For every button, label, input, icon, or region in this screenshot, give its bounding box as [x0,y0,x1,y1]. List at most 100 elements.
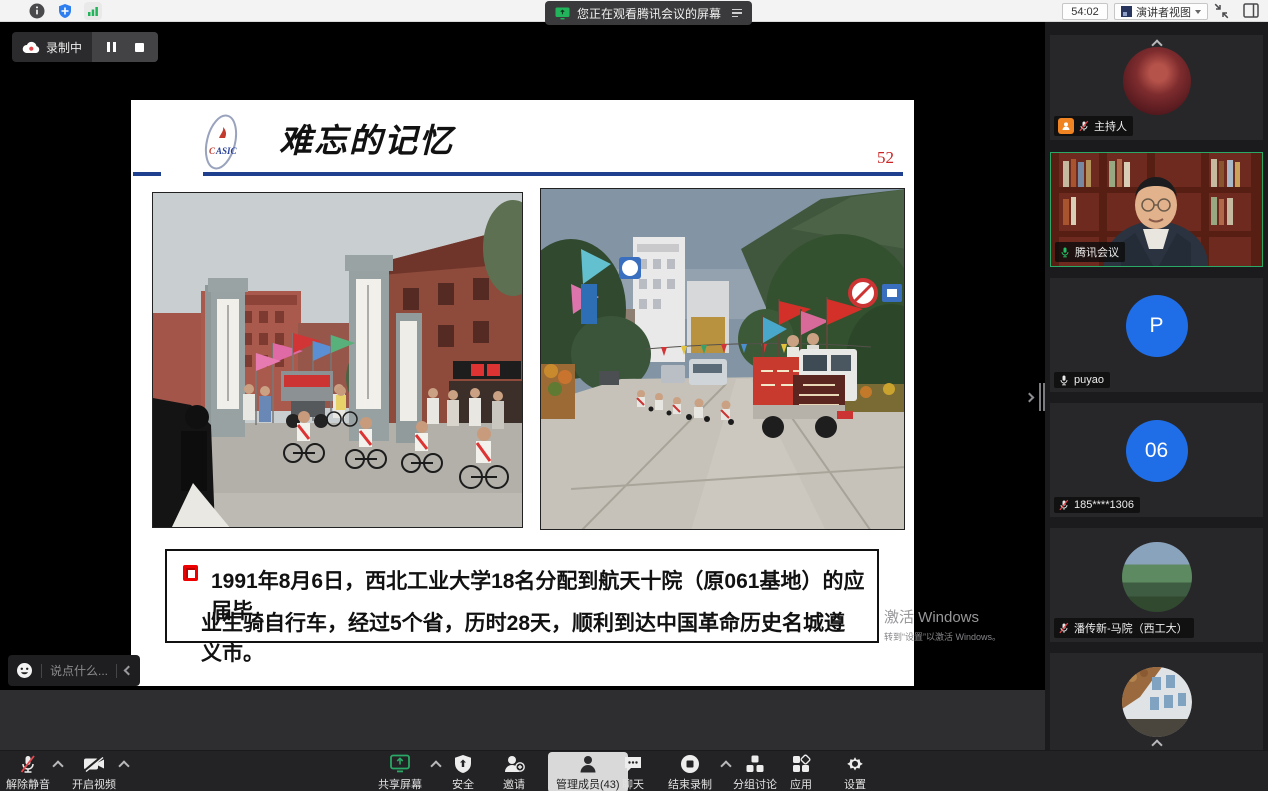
participants-panel: 主持人 腾讯会议 P [1045,22,1268,750]
participant-tile-185[interactable]: 06 185****1306 [1050,403,1263,517]
meeting-timer: 54:02 [1062,3,1108,20]
panel-resize-handle[interactable] [1039,383,1045,411]
mic-muted-icon [1058,499,1070,511]
top-bar: 您正在观看腾讯会议的屏幕 54:02 演讲者视图 [0,0,1268,22]
recording-indicator: 录制中 [12,32,158,62]
settings-button[interactable]: 设置 [844,754,866,791]
apps-label: 应用 [790,776,812,791]
title-rule-long [203,172,903,176]
layout-icon [1121,6,1132,17]
mic-on-icon [1059,246,1071,258]
avatar-initial: 06 [1126,420,1188,482]
avatar-building-photo [1122,667,1192,737]
apps-button[interactable]: 应用 [790,754,812,791]
red-square-bullet-icon [183,565,198,581]
watermark-line1: 激活 Windows [884,606,1001,627]
presentation-slide: C ASIC 难忘的记忆 52 [131,100,914,686]
svg-text:ASIC: ASIC [215,146,238,156]
manage-members-button[interactable]: 管理成员(43) [548,752,628,791]
scroll-down-icon[interactable] [1151,739,1162,750]
cloud-record-icon [22,41,40,54]
share-options-chevron-icon[interactable] [430,760,441,771]
participant-name: puyao [1074,374,1104,386]
photo-truck-street-parade [540,188,905,530]
host-badge-icon [1058,118,1074,134]
breakout-rooms-button[interactable]: 分组讨论 [733,754,777,791]
avatar-host-photo [1123,47,1191,115]
invite-button[interactable]: 邀请 [503,754,525,791]
view-mode-button[interactable]: 演讲者视图 [1114,3,1208,20]
banner-text: 您正在观看腾讯会议的屏幕 [577,5,721,22]
participant-tile-host[interactable]: 主持人 [1050,35,1263,140]
participant-name: 腾讯会议 [1075,244,1119,260]
stop-record-icon [680,754,700,774]
video-options-chevron-icon[interactable] [118,760,129,771]
start-video-label: 开启视频 [72,776,116,791]
pause-recording-button[interactable] [100,36,122,58]
chevron-down-icon [1195,10,1201,14]
tencent-meeting-window: 您正在观看腾讯会议的屏幕 54:02 演讲者视图 录制中 [0,0,1268,791]
share-screen-button[interactable]: 共享屏幕 [378,754,422,791]
bottom-toolbar: 解除静音 开启视频 共享屏幕 安全 邀请 管理成员(43) 聊天 [0,750,1268,791]
shared-screen-area: 录制中 C ASIC 难忘的记忆 52 [0,22,1045,690]
svg-text:C: C [209,146,216,156]
start-video-button[interactable]: 开启视频 [72,754,116,791]
emoji-icon[interactable] [16,662,33,679]
stop-recording-button[interactable] [128,36,150,58]
mic-options-chevron-icon[interactable] [52,760,63,771]
invite-person-icon [503,754,525,774]
gear-icon [845,754,865,774]
security-shield-icon [454,754,472,774]
chat-label: 聊天 [622,776,644,791]
invite-label: 邀请 [503,776,525,791]
windows-activation-watermark: 激活 Windows 转到“设置”以激活 Windows。 [884,606,1001,643]
side-panel-toggle-icon[interactable] [1243,3,1259,23]
breakout-label: 分组讨论 [733,776,777,791]
participant-tile-panchuanxin[interactable]: 潘传新-马院（西工大） [1050,528,1263,642]
participant-tile-puyao[interactable]: P puyao [1050,278,1263,392]
collapse-chat-icon[interactable] [124,666,134,676]
participant-tile-speaker[interactable]: 腾讯会议 [1050,152,1263,267]
watching-screen-banner[interactable]: 您正在观看腾讯会议的屏幕 [545,1,752,25]
recording-status-label: 录制中 [46,39,82,56]
stop-recording-label: 结束录制 [668,776,712,791]
watermark-line2: 转到“设置”以激活 Windows。 [884,630,1001,643]
avatar-initial: P [1126,295,1188,357]
apps-grid-icon [791,754,811,774]
quick-chat-bar[interactable]: 说点什么... [8,655,140,686]
shield-icon[interactable] [56,2,74,20]
mic-muted-icon [1058,622,1070,634]
breakout-blocks-icon [745,754,765,774]
screen-share-icon [389,754,411,774]
info-icon[interactable] [28,2,46,20]
chat-input-placeholder[interactable]: 说点什么... [50,662,108,679]
unmute-label: 解除静音 [6,776,50,791]
mic-on-icon [1058,374,1070,386]
mic-muted-icon [1078,120,1090,132]
stop-cloud-recording-button[interactable]: 结束录制 [668,754,712,791]
slide-text-box: 1991年8月6日，西北工业大学18名分配到航天十院（原061基地）的应届毕 业… [165,549,879,643]
security-button[interactable]: 安全 [452,754,474,791]
share-screen-label: 共享屏幕 [378,776,422,791]
participant-tile-partial[interactable] [1050,653,1263,750]
manage-members-label: 管理成员(43) [556,776,620,791]
slide-page-number: 52 [877,148,894,168]
avatar-landscape-photo [1122,542,1192,612]
mic-muted-icon [18,754,38,774]
panel-expand-chevron-icon[interactable] [1026,388,1033,406]
screen-share-icon [555,7,570,20]
record-options-chevron-icon[interactable] [720,760,731,771]
network-signal-icon[interactable] [84,2,102,20]
top-bar-status-icons [28,2,102,20]
participant-name: 主持人 [1094,118,1127,134]
view-mode-label: 演讲者视图 [1136,4,1191,20]
slide-title: 难忘的记忆 [279,114,454,162]
participant-name: 185****1306 [1074,499,1134,511]
exit-fullscreen-icon[interactable] [1213,3,1230,24]
banner-menu-icon[interactable] [732,9,742,18]
members-icon [578,754,598,774]
unmute-button[interactable]: 解除静音 [6,754,50,791]
slide-body-line2: 业生骑自行车，经过5个省，历时28天，顺利到达中国革命历史名城遵义市。 [201,607,861,667]
participant-name: 潘传新-马院（西工大） [1074,620,1188,636]
chat-button[interactable]: 聊天 [622,754,644,791]
